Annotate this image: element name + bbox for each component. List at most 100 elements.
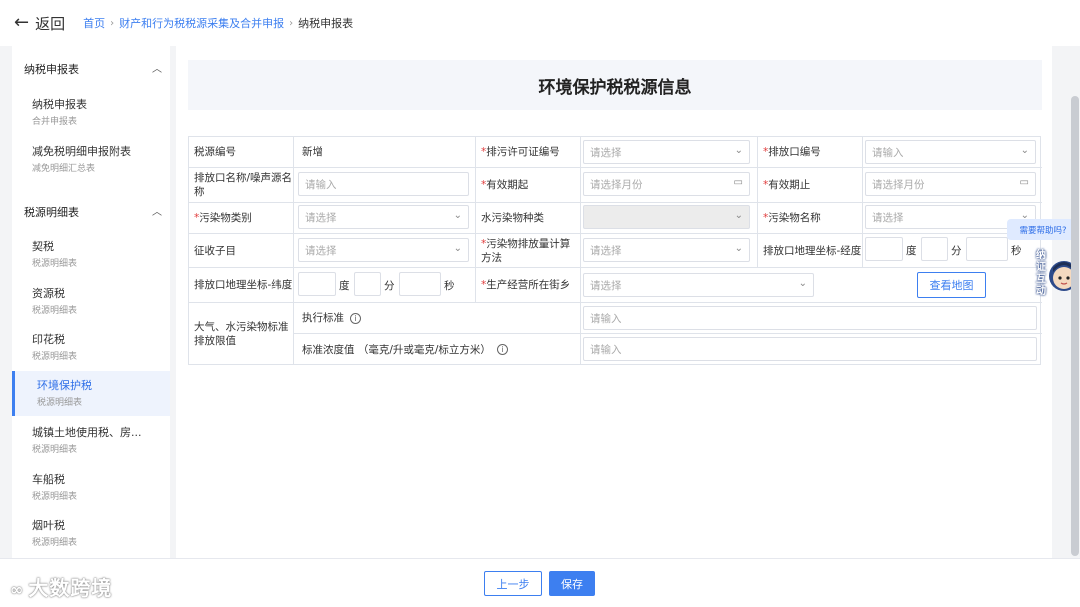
water-kind-select[interactable]: ⌄ bbox=[583, 205, 750, 229]
sidebar-item-sub: 合并申报表 bbox=[32, 117, 78, 127]
back-label: 返回 bbox=[35, 14, 66, 33]
label-latitude: 排放口地理坐标-纬度 bbox=[189, 268, 294, 303]
label-outlet-no: * 排放口编号 bbox=[758, 137, 863, 168]
label-source-no: 税源编号 bbox=[189, 137, 294, 168]
sidebar-item-reduction-schedule[interactable]: 减免税明细申报附表 减免明细汇总表 bbox=[12, 139, 170, 183]
label-outlet-name: 排放口名称/噪声源名称 bbox=[189, 168, 294, 203]
label-exec-standard: 执行标准 i bbox=[294, 303, 581, 334]
sidebar-item-stamp-tax[interactable]: 印花税 税源明细表 bbox=[12, 327, 170, 371]
assistant-badge: 纳证互动 bbox=[1036, 250, 1046, 297]
unit-minute: 分 bbox=[951, 245, 962, 257]
label-street: * 生产经营所在街乡 bbox=[476, 268, 581, 303]
unit-second: 秒 bbox=[1011, 245, 1022, 257]
sidebar-group-filing[interactable]: 纳税申报表 bbox=[24, 61, 79, 77]
page-scrollbar[interactable] bbox=[1071, 96, 1079, 556]
breadcrumb-home[interactable]: 首页 bbox=[83, 15, 105, 31]
longitude-second-input[interactable] bbox=[966, 237, 1008, 261]
sidebar-item-label: 纳税申报表 bbox=[32, 98, 87, 111]
sidebar-item-sub: 税源明细表 bbox=[32, 352, 78, 362]
sidebar-item-sub: 税源明细表 bbox=[32, 538, 78, 548]
sidebar-item-label: 环境保护税 bbox=[37, 379, 92, 392]
previous-step-button[interactable]: 上一步 bbox=[484, 571, 542, 596]
outlet-no-select[interactable]: 请输入 ⌄ bbox=[865, 140, 1036, 164]
outlet-name-input[interactable]: 请输入 bbox=[298, 172, 469, 196]
sidebar-item-tobacco-tax[interactable]: 烟叶税 税源明细表 bbox=[12, 513, 170, 557]
exec-standard-input[interactable]: 请输入 bbox=[583, 306, 1037, 330]
unit-second: 秒 bbox=[444, 280, 455, 292]
top-bar: ← 返回 首页 › 财产和行为税税源采集及合并申报 › 纳税申报表 bbox=[0, 0, 1080, 46]
label-collect-item: 征收子目 bbox=[189, 234, 294, 268]
breadcrumb: 首页 › 财产和行为税税源采集及合并申报 › 纳税申报表 bbox=[83, 15, 353, 31]
label-valid-from: * 有效期起 bbox=[476, 168, 581, 203]
street-select[interactable]: 请选择 ⌄ bbox=[583, 273, 814, 297]
back-button[interactable]: ← 返回 bbox=[14, 13, 65, 34]
form-title-bar: 环境保护税税源信息 bbox=[188, 60, 1042, 110]
watermark-logo-icon: ∞ bbox=[10, 580, 25, 599]
calc-method-select[interactable]: 请选择 ⌄ bbox=[583, 238, 750, 262]
form-title: 环境保护税税源信息 bbox=[538, 77, 692, 98]
save-button[interactable]: 保存 bbox=[549, 571, 595, 596]
chevron-right-icon: › bbox=[289, 17, 294, 29]
unit-minute: 分 bbox=[384, 280, 395, 292]
chevron-down-icon: ⌄ bbox=[1020, 145, 1029, 156]
chevron-down-icon: ⌄ bbox=[734, 243, 743, 254]
sidebar-item-environmental-tax[interactable]: 环境保护税 税源明细表 bbox=[12, 371, 170, 416]
sidebar-item-deed-tax[interactable]: 契税 税源明细表 bbox=[12, 234, 170, 278]
sidebar: 纳税申报表 ︿ 纳税申报表 合并申报表 减免税明细申报附表 减免明细汇总表 税源… bbox=[12, 46, 170, 558]
sidebar-item-label: 城镇土地使用税、房... bbox=[32, 426, 142, 439]
label-water-kind: 水污染物种类 bbox=[476, 203, 581, 234]
chevron-down-icon: ⌄ bbox=[734, 210, 743, 221]
label-pollutant-name: * 污染物名称 bbox=[758, 203, 863, 234]
pollutant-type-select[interactable]: 请选择 ⌄ bbox=[298, 205, 469, 229]
info-icon[interactable]: i bbox=[350, 312, 361, 324]
sidebar-item-sub: 税源明细表 bbox=[32, 445, 78, 455]
valid-from-month-picker[interactable]: 请选择月份 ▭ bbox=[583, 172, 750, 196]
sidebar-item-label: 车船税 bbox=[32, 473, 65, 486]
sidebar-item-vehicle-tax[interactable]: 车船税 税源明细表 bbox=[12, 467, 170, 511]
label-std-concentration: 标准浓度值 （毫克/升或毫克/标立方米） i bbox=[294, 334, 581, 365]
label-longitude: 排放口地理坐标-经度 bbox=[758, 234, 863, 268]
label-calc-method: *污染物排放量计算方法 bbox=[476, 234, 581, 268]
longitude-degree-input[interactable] bbox=[865, 237, 903, 261]
breadcrumb-current: 纳税申报表 bbox=[298, 17, 354, 30]
sidebar-item-sub: 税源明细表 bbox=[32, 259, 78, 269]
latitude-degree-input[interactable] bbox=[298, 272, 336, 296]
sidebar-item-sub: 减免明细汇总表 bbox=[32, 164, 96, 174]
sidebar-item-resource-tax[interactable]: 资源税 税源明细表 bbox=[12, 281, 170, 325]
sidebar-item-label: 资源税 bbox=[32, 287, 65, 300]
watermark: ∞ 大数跨境 bbox=[10, 576, 113, 600]
sidebar-item-label: 印花税 bbox=[32, 333, 65, 346]
chevron-down-icon: ⌄ bbox=[453, 210, 462, 221]
permit-no-select[interactable]: 请选择 ⌄ bbox=[583, 140, 750, 164]
chevron-up-icon[interactable]: ︿ bbox=[152, 203, 162, 218]
sidebar-item-sub: 税源明细表 bbox=[37, 398, 83, 408]
view-map-button[interactable]: 查看地图 bbox=[917, 272, 986, 298]
back-arrow-icon: ← bbox=[14, 12, 30, 33]
label-limit-group: 大气、水污染物标准排放限值 bbox=[189, 303, 294, 365]
latitude-second-input[interactable] bbox=[399, 272, 441, 296]
collect-item-select[interactable]: 请选择 ⌄ bbox=[298, 238, 469, 262]
sidebar-item-land-use-tax[interactable]: 城镇土地使用税、房... 税源明细表 bbox=[12, 420, 170, 464]
chevron-right-icon: › bbox=[110, 17, 115, 29]
longitude-minute-input[interactable] bbox=[921, 237, 948, 261]
breadcrumb-combined-filing[interactable]: 财产和行为税税源采集及合并申报 bbox=[119, 15, 284, 31]
chevron-down-icon: ⌄ bbox=[734, 145, 743, 156]
label-pollutant-type: * 污染物类别 bbox=[189, 203, 294, 234]
latitude-minute-input[interactable] bbox=[354, 272, 381, 296]
label-permit-no: * 排污许可证编号 bbox=[476, 137, 581, 168]
sidebar-group-source-detail[interactable]: 税源明细表 bbox=[24, 204, 79, 220]
help-bubble[interactable]: 需要帮助吗? bbox=[1007, 219, 1079, 240]
chevron-down-icon: ⌄ bbox=[453, 243, 462, 254]
calendar-icon: ▭ bbox=[1019, 177, 1029, 188]
chevron-up-icon[interactable]: ︿ bbox=[152, 60, 162, 75]
sidebar-item-sub: 税源明细表 bbox=[32, 306, 78, 316]
valid-to-month-picker[interactable]: 请选择月份 ▭ bbox=[865, 172, 1036, 196]
info-icon[interactable]: i bbox=[496, 344, 508, 355]
sidebar-item-label: 契税 bbox=[32, 240, 54, 253]
label-valid-to: * 有效期止 bbox=[758, 168, 863, 203]
std-concentration-input[interactable]: 请输入 bbox=[583, 337, 1037, 361]
sidebar-item-filing-form[interactable]: 纳税申报表 合并申报表 bbox=[12, 92, 170, 136]
calendar-icon: ▭ bbox=[733, 177, 743, 188]
sidebar-item-label: 烟叶税 bbox=[32, 519, 65, 532]
sidebar-item-label: 减免税明细申报附表 bbox=[32, 145, 131, 158]
